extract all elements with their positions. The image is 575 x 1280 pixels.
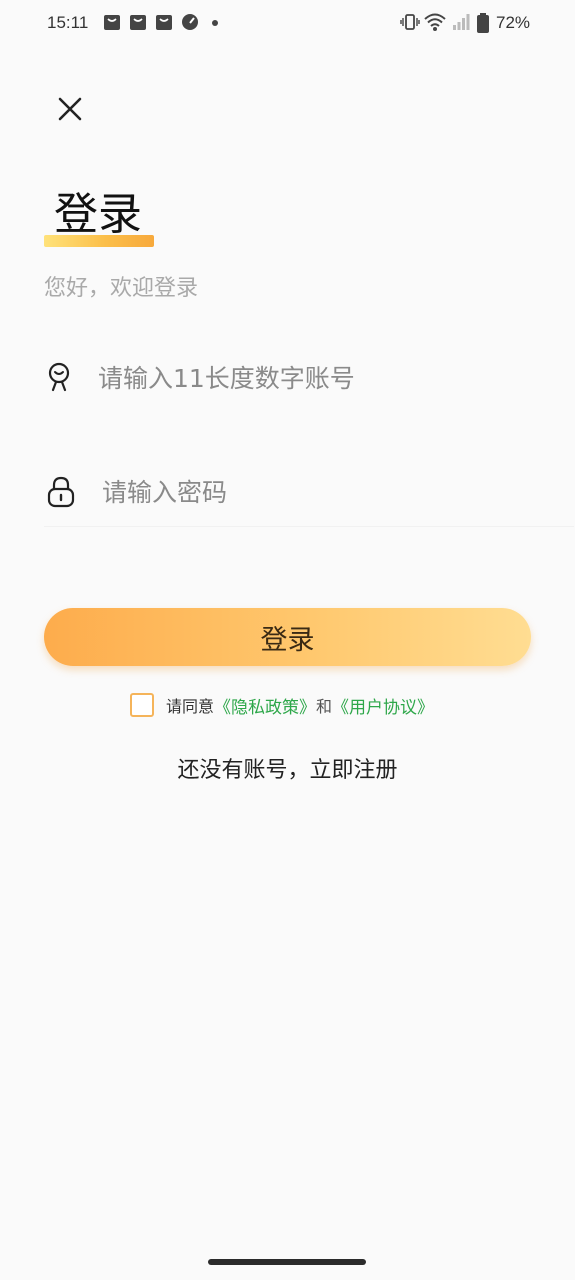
wifi-icon xyxy=(424,13,446,31)
close-icon xyxy=(58,97,82,121)
battery-percent: 72% xyxy=(496,13,531,32)
battery-icon xyxy=(477,13,489,33)
bag-icon xyxy=(130,15,146,30)
status-bar: 15:11 72% xyxy=(0,0,575,48)
agreement-row: 请同意 《隐私政策》 和 《用户协议》 xyxy=(130,690,434,720)
bag-icon xyxy=(156,15,172,30)
agreement-prefix: 请同意 xyxy=(166,697,215,716)
register-link[interactable]: 还没有账号，立即注册 xyxy=(0,752,575,784)
lock-icon xyxy=(47,476,75,508)
home-indicator[interactable] xyxy=(208,1259,366,1265)
account-field xyxy=(44,342,574,412)
privacy-policy-link[interactable]: 《隐私政策》 xyxy=(214,693,316,718)
signal-icon xyxy=(453,14,470,30)
agreement-checkbox[interactable] xyxy=(130,693,154,717)
bag-icon xyxy=(104,15,120,30)
user-icon xyxy=(48,362,70,392)
close-button[interactable] xyxy=(50,89,90,129)
vibrate-icon xyxy=(400,14,420,30)
dot-icon xyxy=(212,20,218,26)
login-button[interactable]: 登录 xyxy=(44,608,531,666)
page-title: 登录 xyxy=(54,189,142,240)
page-title-block: 登录 xyxy=(44,187,156,251)
user-agreement-link[interactable]: 《用户协议》 xyxy=(332,693,434,718)
agreement-and: 和 xyxy=(316,697,333,716)
password-input[interactable] xyxy=(100,470,564,514)
password-field xyxy=(44,456,574,527)
account-input[interactable] xyxy=(96,356,560,400)
status-time: 15:11 xyxy=(47,13,89,32)
gauge-icon xyxy=(182,14,198,30)
page-subtitle: 您好，欢迎登录 xyxy=(44,276,199,301)
